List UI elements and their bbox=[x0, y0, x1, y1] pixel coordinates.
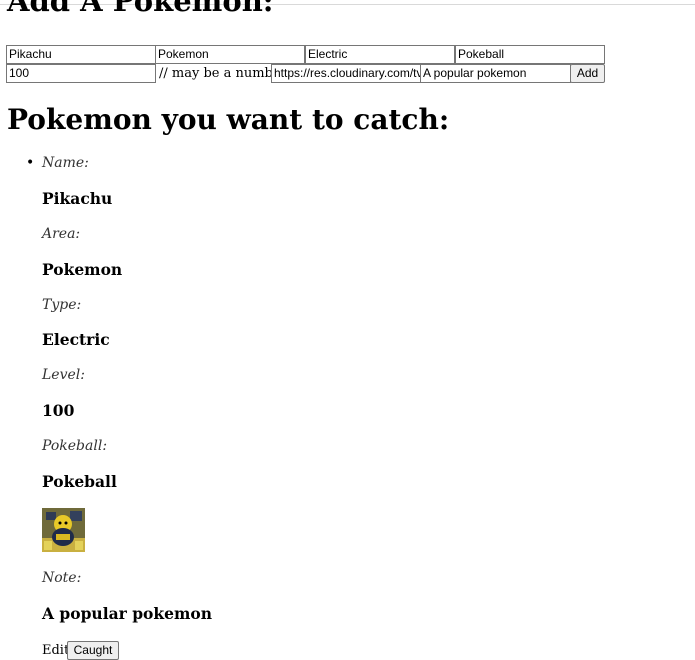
pokemon-name: Pikachu bbox=[42, 189, 113, 208]
type-input[interactable]: Electric bbox=[305, 45, 455, 64]
pokeball-input[interactable]: Pokeball bbox=[455, 45, 605, 64]
edit-link[interactable]: Edit bbox=[42, 643, 69, 659]
pokemon-pokeball: Pokeball bbox=[42, 472, 117, 491]
pokeball-label: Pokeball: bbox=[42, 438, 108, 454]
pokemon-note: A popular pokemon bbox=[42, 604, 212, 623]
level-label: Level: bbox=[42, 367, 85, 383]
pokemon-image bbox=[42, 508, 85, 552]
name-label: Name: bbox=[42, 155, 89, 171]
area-label: Area: bbox=[42, 226, 81, 242]
pokemon-level: 100 bbox=[42, 401, 75, 420]
caught-button[interactable]: Caught bbox=[67, 641, 119, 660]
add-pokemon-heading: Add A Pokemon: bbox=[7, 0, 274, 18]
bullet-icon: • bbox=[26, 155, 35, 171]
pokemon-area: Pokemon bbox=[42, 260, 123, 279]
level-input[interactable]: 100 bbox=[6, 64, 156, 83]
image-url-input[interactable]: https://res.cloudinary.com/tv bbox=[271, 64, 421, 83]
type-label: Type: bbox=[42, 297, 82, 313]
area-input[interactable]: Pokemon bbox=[155, 45, 305, 64]
pokemon-type: Electric bbox=[42, 330, 110, 349]
add-button[interactable]: Add bbox=[570, 64, 605, 83]
note-input[interactable]: A popular pokemon bbox=[420, 64, 571, 83]
catch-list-heading: Pokemon you want to catch: bbox=[7, 103, 450, 136]
name-input[interactable]: Pikachu bbox=[6, 45, 156, 64]
note-label: Note: bbox=[42, 570, 82, 586]
level-hint-text: // may be a number bbox=[159, 66, 287, 81]
